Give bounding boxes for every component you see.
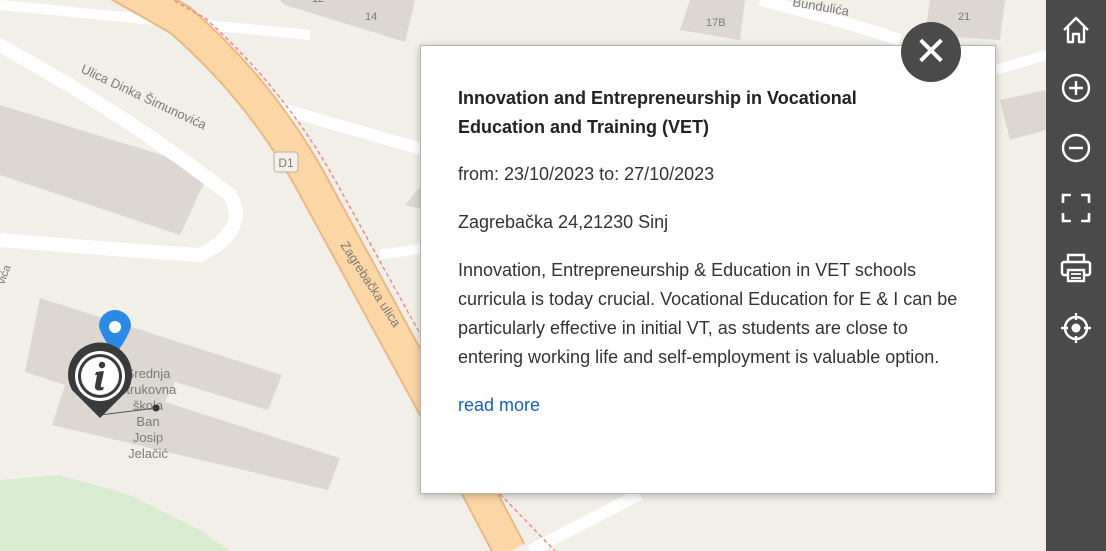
print-icon (1060, 253, 1092, 283)
close-icon: ✕ (914, 29, 948, 75)
close-button[interactable]: ✕ (901, 22, 961, 82)
house-number: 17B (706, 17, 726, 29)
print-button[interactable] (1046, 238, 1106, 298)
map-toolbar (1046, 0, 1106, 551)
popup-address: Zagrebačka 24,21230 Sinj (458, 212, 669, 232)
popup-description: Innovation, Entrepreneurship & Education… (458, 260, 958, 367)
zoom-out-button[interactable] (1046, 118, 1106, 178)
house-number: 12 (312, 0, 324, 5)
popup-title: Innovation and Entrepreneurship in Vocat… (458, 88, 857, 137)
home-icon (1063, 16, 1089, 44)
fullscreen-icon (1061, 193, 1091, 223)
read-more-link[interactable]: read more (458, 395, 540, 415)
zoom-in-icon (1061, 73, 1091, 103)
home-button[interactable] (1046, 0, 1106, 60)
locate-icon (1061, 313, 1091, 343)
house-number: 21 (958, 11, 970, 23)
event-popup: Innovation and Entrepreneurship in Vocat… (420, 45, 996, 494)
house-number: 14 (365, 11, 377, 23)
road-shield-label: D1 (278, 156, 294, 170)
svg-text:Jelačić: Jelačić (128, 446, 168, 461)
zoom-out-icon (1061, 133, 1091, 163)
locate-button[interactable] (1046, 298, 1106, 358)
svg-text:Ban: Ban (136, 414, 159, 429)
popup-dates: from: 23/10/2023 to: 27/10/2023 (458, 164, 715, 184)
fullscreen-button[interactable] (1046, 178, 1106, 238)
zoom-in-button[interactable] (1046, 58, 1106, 118)
svg-text:Josip: Josip (133, 430, 163, 445)
svg-text:Srednja: Srednja (126, 366, 172, 381)
